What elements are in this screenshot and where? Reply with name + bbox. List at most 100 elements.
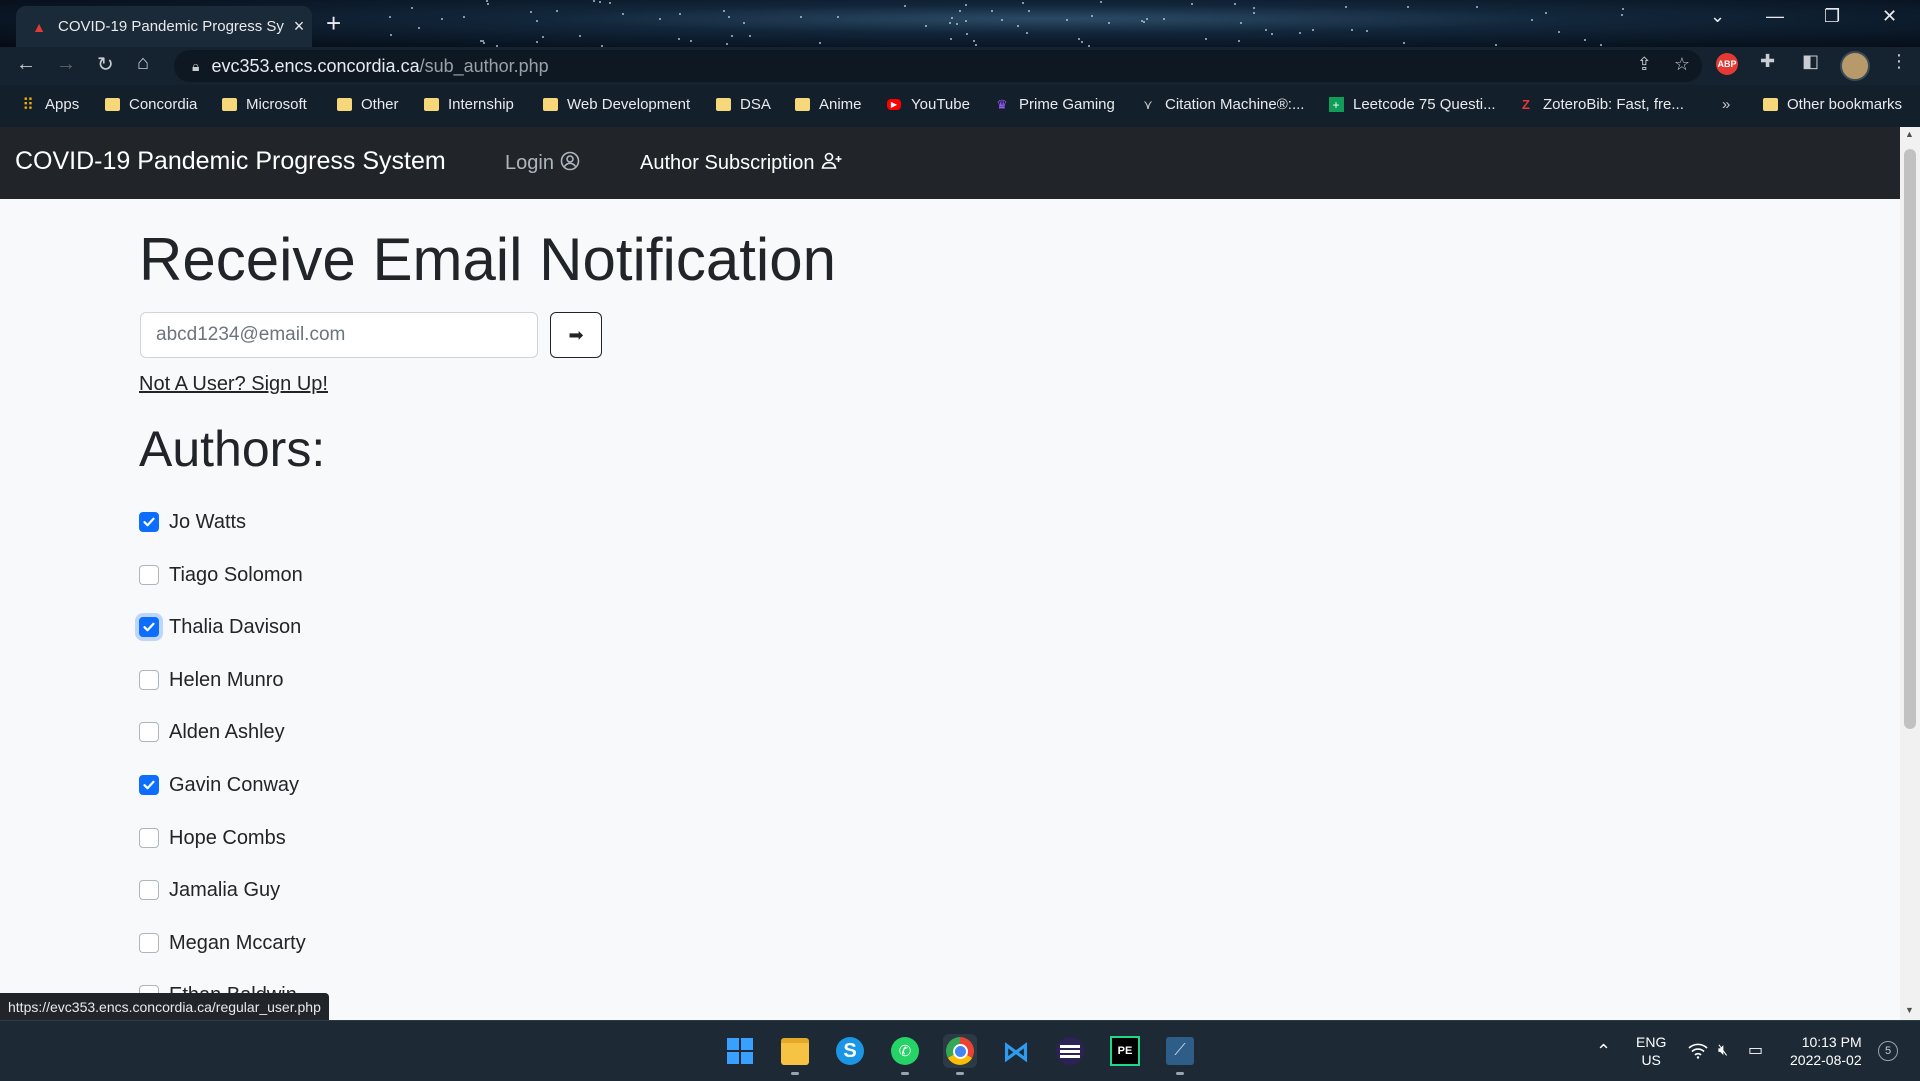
notification-badge[interactable]: 5 [1878, 1021, 1898, 1081]
bookmark-anime[interactable]: Anime [794, 96, 862, 113]
bookmark-other[interactable]: Other [336, 96, 399, 113]
author-checkbox-row[interactable]: Tiago Solomon [139, 561, 303, 589]
signup-link[interactable]: Not A User? Sign Up! [139, 373, 328, 396]
new-tab-button[interactable]: + [326, 8, 341, 39]
bookmark-leetcode-75-questi[interactable]: + Leetcode 75 Questi... [1328, 96, 1496, 113]
nav-author-subscription-link[interactable]: Author Subscription [640, 151, 843, 176]
speaker-muted-icon[interactable]: 🔇︎ [1718, 1021, 1728, 1081]
author-checkbox[interactable] [139, 880, 159, 900]
home-icon[interactable]: ⌂ [137, 52, 149, 75]
submit-arrow-button[interactable]: ➡ [550, 312, 602, 358]
bookmark-concordia[interactable]: Concordia [104, 96, 197, 113]
user-plus-icon [821, 151, 843, 176]
author-name[interactable]: Tiago Solomon [169, 564, 303, 587]
tab-close-icon[interactable]: × [286, 16, 312, 37]
forward-arrow-icon[interactable]: → [56, 53, 76, 76]
scroll-thumb[interactable] [1904, 149, 1916, 729]
author-checkbox-row[interactable]: Alden Ashley [139, 718, 285, 746]
restore-button[interactable]: ❐ [1824, 6, 1840, 27]
bookmark-dsa[interactable]: DSA [715, 96, 771, 113]
author-checkbox-row[interactable]: Jamalia Guy [139, 876, 280, 904]
author-checkbox[interactable] [139, 828, 159, 848]
battery-icon[interactable]: ▭ [1748, 1021, 1763, 1081]
bookmark-star-icon[interactable]: ☆ [1674, 54, 1690, 75]
author-checkbox[interactable] [139, 670, 159, 690]
browser-menu-icon[interactable]: ⋮ [1890, 51, 1908, 72]
bookmarks-overflow-icon[interactable]: » [1722, 96, 1730, 113]
author-name[interactable]: Gavin Conway [169, 774, 299, 797]
pycharm-icon[interactable]: PE [1108, 1034, 1142, 1068]
author-checkbox[interactable] [139, 565, 159, 585]
adblock-plus-icon[interactable]: ABP [1716, 53, 1738, 75]
bookmark-prime-gaming[interactable]: ♛ Prime Gaming [994, 96, 1115, 113]
theme-star [1622, 8, 1624, 10]
bookmark-label: ZoteroBib: Fast, fre... [1543, 96, 1684, 113]
author-checkbox-row[interactable]: Gavin Conway [139, 771, 299, 799]
bookmark-citation-machine[interactable]: ⋎ Citation Machine®:... [1140, 96, 1304, 113]
author-checkbox[interactable] [139, 775, 159, 795]
folder-icon [1762, 97, 1778, 113]
bookmark-microsoft[interactable]: Microsoft [221, 96, 307, 113]
scroll-up-icon[interactable]: ▲ [1905, 129, 1914, 139]
author-name[interactable]: Megan Mccarty [169, 932, 306, 955]
side-panel-icon[interactable]: ◧ [1802, 51, 1819, 72]
author-checkbox-row[interactable]: Hope Combs [139, 824, 286, 852]
author-checkbox-row[interactable]: Thalia Davison [139, 613, 301, 641]
author-name[interactable]: Thalia Davison [169, 616, 301, 639]
mysql-workbench-icon[interactable]: ⟋ [1163, 1034, 1197, 1075]
author-checkbox-row[interactable]: Megan Mccarty [139, 929, 306, 957]
chrome-icon[interactable] [943, 1034, 977, 1075]
author-checkbox-row[interactable]: Jo Watts [139, 508, 246, 536]
back-arrow-icon[interactable]: ← [16, 53, 36, 76]
tray-overflow-chevron-icon[interactable]: ⌃ [1596, 1021, 1611, 1081]
wifi-icon[interactable] [1688, 1021, 1708, 1081]
folder-icon [794, 97, 810, 113]
reload-icon[interactable]: ↻ [97, 52, 114, 77]
file-explorer-icon[interactable] [778, 1034, 812, 1075]
navbar-brand[interactable]: COVID-19 Pandemic Progress System [15, 147, 446, 176]
theme-star [837, 16, 839, 18]
browser-tab-active[interactable]: ▲ COVID-19 Pandemic Progress Sy × [16, 6, 312, 47]
author-checkbox[interactable] [139, 617, 159, 637]
theme-star [1108, 22, 1110, 24]
bookmark-apps[interactable]: ⠿ Apps [20, 96, 79, 114]
bookmark-web-development[interactable]: Web Development [542, 96, 690, 113]
author-checkbox[interactable] [139, 722, 159, 742]
profile-avatar[interactable] [1840, 51, 1870, 81]
author-checkbox-row[interactable]: Helen Munro [139, 666, 284, 694]
email-input[interactable] [140, 312, 538, 358]
language-indicator[interactable]: ENG US [1636, 1021, 1666, 1081]
author-name[interactable]: Jamalia Guy [169, 879, 280, 902]
page-scrollbar[interactable]: ▲ ▼ [1900, 127, 1920, 1020]
share-icon[interactable]: ⇪ [1637, 54, 1652, 75]
eclipse-icon[interactable] [1053, 1034, 1087, 1068]
nav-login-link[interactable]: Login [505, 151, 580, 176]
author-checkbox[interactable] [139, 512, 159, 532]
author-name[interactable]: Hope Combs [169, 827, 286, 850]
bookmark-youtube[interactable]: ▶ YouTube [886, 96, 970, 113]
scroll-down-icon[interactable]: ▼ [1905, 1005, 1914, 1015]
windows-start-icon[interactable] [723, 1034, 757, 1068]
theme-star [904, 5, 906, 7]
extensions-puzzle-icon[interactable]: ✚ [1760, 51, 1775, 72]
bookmark-label: Citation Machine®:... [1165, 96, 1305, 113]
theme-star [950, 38, 952, 40]
vscode-icon[interactable]: ⋈ [999, 1034, 1033, 1068]
close-window-button[interactable]: ✕ [1882, 6, 1897, 27]
minimize-button[interactable]: — [1766, 6, 1784, 27]
author-name[interactable]: Alden Ashley [169, 721, 285, 744]
tab-search-chevron-icon[interactable]: ⌄ [1710, 6, 1725, 27]
other-bookmarks[interactable]: Other bookmarks [1762, 96, 1902, 113]
whatsapp-icon[interactable]: ✆ [888, 1034, 922, 1075]
author-checkbox[interactable] [139, 933, 159, 953]
author-name[interactable]: Jo Watts [169, 511, 246, 534]
address-bar[interactable]: 🔒︎ evc353.encs.concordia.ca/sub_author.p… [174, 50, 1702, 82]
skype-icon[interactable]: S [833, 1034, 867, 1068]
clock-time: 10:13 PM [1801, 1034, 1862, 1050]
clock[interactable]: 10:13 PM 2022-08-02 [1790, 1021, 1862, 1081]
author-name[interactable]: Helen Munro [169, 669, 284, 692]
theme-star [965, 20, 967, 22]
theme-star [679, 13, 681, 15]
bookmark-internship[interactable]: Internship [423, 96, 514, 113]
bookmark-zoterobib-fast-fre[interactable]: Z ZoteroBib: Fast, fre... [1518, 96, 1684, 113]
